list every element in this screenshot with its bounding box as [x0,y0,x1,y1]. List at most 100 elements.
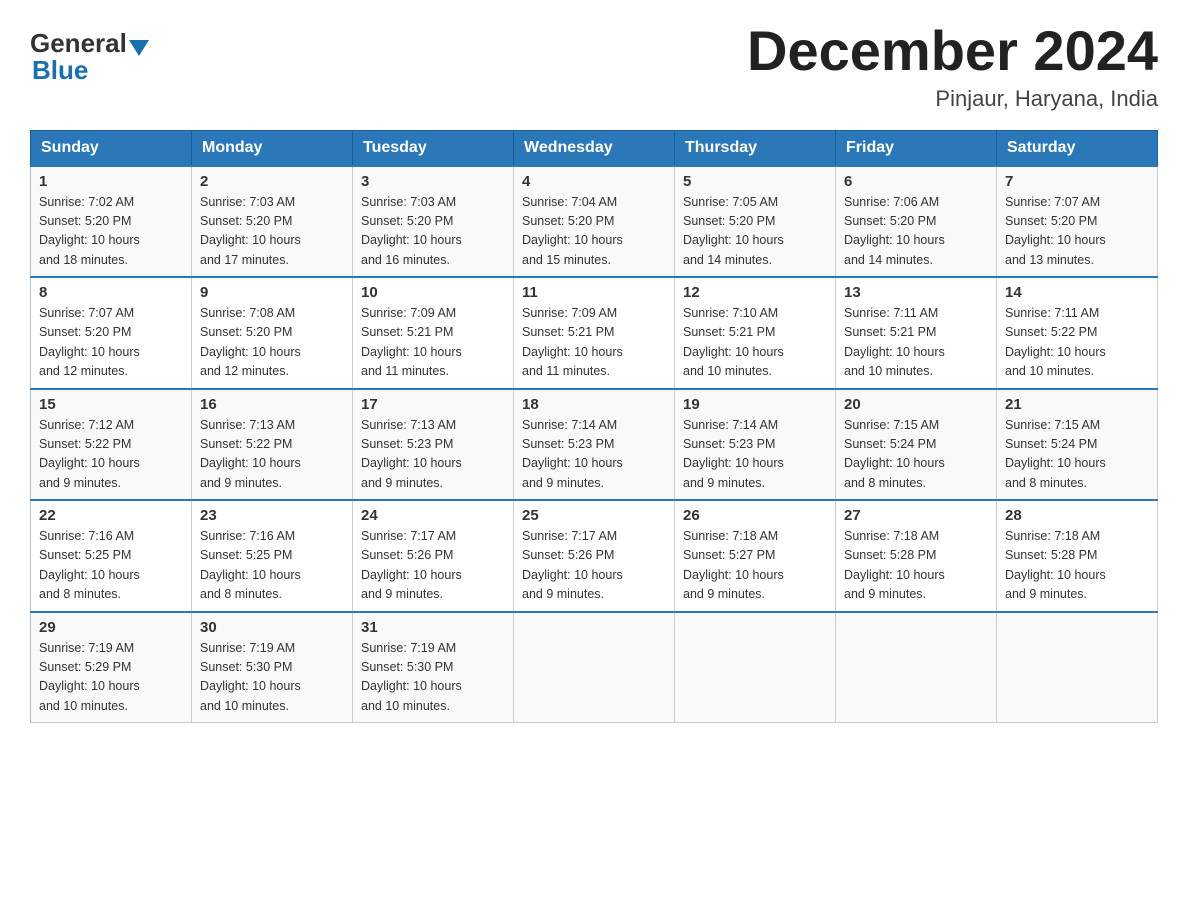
day-number: 31 [361,619,505,636]
table-row: 11 Sunrise: 7:09 AM Sunset: 5:21 PM Dayl… [514,277,675,389]
day-info: Sunrise: 7:15 AM Sunset: 5:24 PM Dayligh… [844,416,988,494]
day-info: Sunrise: 7:16 AM Sunset: 5:25 PM Dayligh… [39,527,183,605]
day-number: 4 [522,173,666,190]
col-monday: Monday [192,130,353,166]
day-number: 16 [200,396,344,413]
day-number: 3 [361,173,505,190]
day-number: 25 [522,507,666,524]
day-info: Sunrise: 7:17 AM Sunset: 5:26 PM Dayligh… [522,527,666,605]
table-row: 15 Sunrise: 7:12 AM Sunset: 5:22 PM Dayl… [31,389,192,501]
day-info: Sunrise: 7:07 AM Sunset: 5:20 PM Dayligh… [39,304,183,382]
table-row: 4 Sunrise: 7:04 AM Sunset: 5:20 PM Dayli… [514,166,675,278]
table-row: 18 Sunrise: 7:14 AM Sunset: 5:23 PM Dayl… [514,389,675,501]
calendar-week-5: 29 Sunrise: 7:19 AM Sunset: 5:29 PM Dayl… [31,612,1158,723]
day-number: 24 [361,507,505,524]
day-info: Sunrise: 7:19 AM Sunset: 5:29 PM Dayligh… [39,639,183,717]
day-number: 11 [522,284,666,301]
calendar-week-4: 22 Sunrise: 7:16 AM Sunset: 5:25 PM Dayl… [31,500,1158,612]
table-row: 17 Sunrise: 7:13 AM Sunset: 5:23 PM Dayl… [353,389,514,501]
logo-triangle-icon [129,40,149,56]
table-row: 28 Sunrise: 7:18 AM Sunset: 5:28 PM Dayl… [997,500,1158,612]
day-number: 1 [39,173,183,190]
day-info: Sunrise: 7:11 AM Sunset: 5:22 PM Dayligh… [1005,304,1149,382]
calendar-week-1: 1 Sunrise: 7:02 AM Sunset: 5:20 PM Dayli… [31,166,1158,278]
table-row: 16 Sunrise: 7:13 AM Sunset: 5:22 PM Dayl… [192,389,353,501]
table-row: 1 Sunrise: 7:02 AM Sunset: 5:20 PM Dayli… [31,166,192,278]
day-info: Sunrise: 7:18 AM Sunset: 5:28 PM Dayligh… [1005,527,1149,605]
col-tuesday: Tuesday [353,130,514,166]
month-title: December 2024 [747,20,1158,82]
table-row: 9 Sunrise: 7:08 AM Sunset: 5:20 PM Dayli… [192,277,353,389]
day-info: Sunrise: 7:09 AM Sunset: 5:21 PM Dayligh… [361,304,505,382]
table-row: 31 Sunrise: 7:19 AM Sunset: 5:30 PM Dayl… [353,612,514,723]
day-number: 30 [200,619,344,636]
day-number: 23 [200,507,344,524]
table-row: 12 Sunrise: 7:10 AM Sunset: 5:21 PM Dayl… [675,277,836,389]
table-row [836,612,997,723]
table-row: 5 Sunrise: 7:05 AM Sunset: 5:20 PM Dayli… [675,166,836,278]
day-number: 21 [1005,396,1149,413]
table-row: 27 Sunrise: 7:18 AM Sunset: 5:28 PM Dayl… [836,500,997,612]
table-row: 14 Sunrise: 7:11 AM Sunset: 5:22 PM Dayl… [997,277,1158,389]
table-row: 24 Sunrise: 7:17 AM Sunset: 5:26 PM Dayl… [353,500,514,612]
day-info: Sunrise: 7:03 AM Sunset: 5:20 PM Dayligh… [361,193,505,271]
day-info: Sunrise: 7:19 AM Sunset: 5:30 PM Dayligh… [361,639,505,717]
table-row: 29 Sunrise: 7:19 AM Sunset: 5:29 PM Dayl… [31,612,192,723]
table-row [514,612,675,723]
table-row: 20 Sunrise: 7:15 AM Sunset: 5:24 PM Dayl… [836,389,997,501]
day-info: Sunrise: 7:12 AM Sunset: 5:22 PM Dayligh… [39,416,183,494]
day-number: 17 [361,396,505,413]
table-row: 19 Sunrise: 7:14 AM Sunset: 5:23 PM Dayl… [675,389,836,501]
day-info: Sunrise: 7:05 AM Sunset: 5:20 PM Dayligh… [683,193,827,271]
day-info: Sunrise: 7:14 AM Sunset: 5:23 PM Dayligh… [522,416,666,494]
table-row: 25 Sunrise: 7:17 AM Sunset: 5:26 PM Dayl… [514,500,675,612]
calendar-header-row: Sunday Monday Tuesday Wednesday Thursday… [31,130,1158,166]
location-text: Pinjaur, Haryana, India [747,86,1158,112]
day-info: Sunrise: 7:02 AM Sunset: 5:20 PM Dayligh… [39,193,183,271]
table-row: 23 Sunrise: 7:16 AM Sunset: 5:25 PM Dayl… [192,500,353,612]
col-sunday: Sunday [31,130,192,166]
day-info: Sunrise: 7:13 AM Sunset: 5:22 PM Dayligh… [200,416,344,494]
title-block: December 2024 Pinjaur, Haryana, India [747,20,1158,112]
day-info: Sunrise: 7:04 AM Sunset: 5:20 PM Dayligh… [522,193,666,271]
day-number: 27 [844,507,988,524]
table-row: 7 Sunrise: 7:07 AM Sunset: 5:20 PM Dayli… [997,166,1158,278]
day-info: Sunrise: 7:16 AM Sunset: 5:25 PM Dayligh… [200,527,344,605]
table-row: 2 Sunrise: 7:03 AM Sunset: 5:20 PM Dayli… [192,166,353,278]
calendar-table: Sunday Monday Tuesday Wednesday Thursday… [30,130,1158,724]
day-number: 9 [200,284,344,301]
col-thursday: Thursday [675,130,836,166]
page-header: General Blue December 2024 Pinjaur, Hary… [30,20,1158,112]
table-row [675,612,836,723]
calendar-week-2: 8 Sunrise: 7:07 AM Sunset: 5:20 PM Dayli… [31,277,1158,389]
day-number: 2 [200,173,344,190]
day-info: Sunrise: 7:15 AM Sunset: 5:24 PM Dayligh… [1005,416,1149,494]
logo: General Blue [30,28,151,86]
day-info: Sunrise: 7:03 AM Sunset: 5:20 PM Dayligh… [200,193,344,271]
day-info: Sunrise: 7:09 AM Sunset: 5:21 PM Dayligh… [522,304,666,382]
day-number: 5 [683,173,827,190]
day-number: 10 [361,284,505,301]
day-number: 22 [39,507,183,524]
table-row: 22 Sunrise: 7:16 AM Sunset: 5:25 PM Dayl… [31,500,192,612]
day-number: 19 [683,396,827,413]
day-info: Sunrise: 7:18 AM Sunset: 5:28 PM Dayligh… [844,527,988,605]
day-info: Sunrise: 7:08 AM Sunset: 5:20 PM Dayligh… [200,304,344,382]
table-row: 10 Sunrise: 7:09 AM Sunset: 5:21 PM Dayl… [353,277,514,389]
day-number: 12 [683,284,827,301]
table-row: 30 Sunrise: 7:19 AM Sunset: 5:30 PM Dayl… [192,612,353,723]
day-number: 28 [1005,507,1149,524]
day-info: Sunrise: 7:19 AM Sunset: 5:30 PM Dayligh… [200,639,344,717]
table-row [997,612,1158,723]
day-number: 20 [844,396,988,413]
day-number: 18 [522,396,666,413]
day-number: 29 [39,619,183,636]
day-number: 8 [39,284,183,301]
calendar-week-3: 15 Sunrise: 7:12 AM Sunset: 5:22 PM Dayl… [31,389,1158,501]
day-number: 15 [39,396,183,413]
col-saturday: Saturday [997,130,1158,166]
logo-blue-text: Blue [32,55,88,86]
table-row: 6 Sunrise: 7:06 AM Sunset: 5:20 PM Dayli… [836,166,997,278]
day-number: 26 [683,507,827,524]
day-info: Sunrise: 7:18 AM Sunset: 5:27 PM Dayligh… [683,527,827,605]
